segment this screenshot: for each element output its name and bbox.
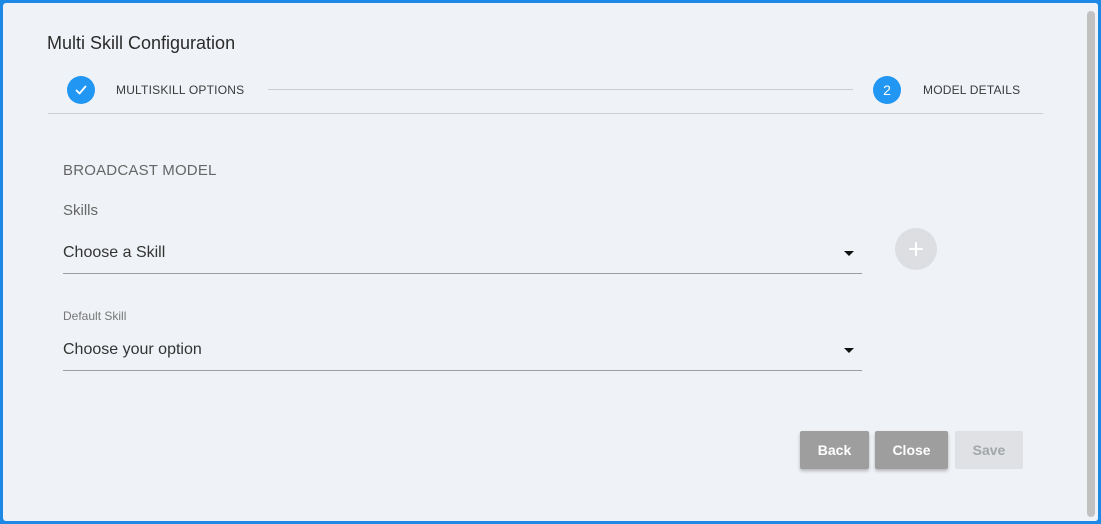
step-2-number[interactable]: 2 — [873, 76, 901, 104]
caret-down-icon — [844, 348, 854, 353]
header-divider — [48, 113, 1043, 114]
skills-select[interactable]: Choose a Skill — [63, 235, 862, 274]
skills-label: Skills — [63, 202, 99, 219]
save-button[interactable]: Save — [955, 431, 1023, 469]
step-1-check-icon[interactable] — [67, 76, 95, 104]
stepper: MULTISKILL OPTIONS 2 MODEL DETAILS — [3, 3, 1098, 118]
step-connector — [268, 89, 853, 90]
check-icon — [75, 85, 87, 95]
step-2-label[interactable]: MODEL DETAILS — [923, 83, 1020, 97]
back-button[interactable]: Back — [800, 431, 869, 469]
add-skill-button[interactable] — [895, 228, 937, 270]
multi-skill-dialog: Multi Skill Configuration MULTISKILL OPT… — [3, 3, 1098, 521]
plus-icon — [909, 242, 923, 256]
default-skill-select-value: Choose your option — [63, 341, 202, 358]
section-title: BROADCAST MODEL — [63, 162, 217, 179]
default-skill-select[interactable]: Choose your option — [63, 332, 862, 371]
step-1-label[interactable]: MULTISKILL OPTIONS — [116, 83, 244, 97]
scrollbar-thumb[interactable] — [1087, 11, 1095, 517]
scrollbar-track[interactable] — [1084, 3, 1098, 521]
skills-select-value: Choose a Skill — [63, 244, 166, 261]
caret-down-icon — [844, 251, 854, 256]
default-skill-label: Default Skill — [63, 309, 127, 323]
close-button[interactable]: Close — [875, 431, 948, 469]
